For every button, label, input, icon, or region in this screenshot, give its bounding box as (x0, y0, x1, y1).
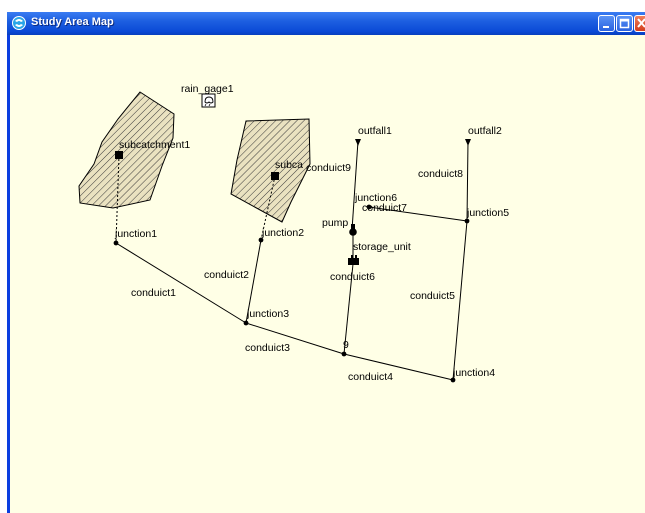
pump-icon[interactable] (349, 224, 357, 236)
conduit5-line[interactable] (452, 220, 468, 381)
rain-gage-icon[interactable] (201, 93, 216, 108)
junction1-node[interactable] (113, 240, 119, 246)
outfall1-icon[interactable] (355, 139, 361, 146)
conduit7-label: conduict7 (362, 202, 407, 214)
pump-label: pump (322, 217, 348, 229)
junction5-label: junction5 (466, 207, 509, 219)
outfall2-icon[interactable] (465, 139, 471, 146)
storage-unit-label: storage_unit (353, 241, 411, 253)
outfall2-label: outfall2 (468, 125, 502, 137)
conduit6-label: conduict6 (330, 271, 375, 283)
junction3-label: junction3 (246, 308, 289, 320)
rain-gage-label: rain_gage1 (181, 83, 234, 95)
conduit4-label: conduict4 (348, 371, 393, 383)
conduit3-label: conduict3 (245, 342, 290, 354)
junction4-label: junction4 (452, 367, 495, 379)
conduit8-label: conduict8 (418, 168, 463, 180)
junction1-label: junction1 (114, 228, 157, 240)
subcatchment2-label: subca (275, 159, 303, 171)
conduit1-label: conduict1 (131, 287, 176, 299)
junction5-node[interactable] (464, 218, 470, 224)
junction9-node[interactable] (341, 351, 347, 357)
conduit1-line[interactable] (115, 242, 247, 324)
junction9-label: 9 (343, 339, 349, 351)
map-canvas[interactable]: rain_gage1 subcatchment1 subca junction1… (0, 0, 645, 513)
subcatchment1-label: subcatchment1 (119, 139, 190, 151)
conduit2-label: conduict2 (204, 269, 249, 281)
conduit9-label: conduict9 (306, 162, 351, 174)
junction2-label: junction2 (261, 227, 304, 239)
outfall1-label: outfall1 (358, 125, 392, 137)
subcatchment2-marker[interactable] (271, 172, 279, 180)
conduit5-label: conduict5 (410, 290, 455, 302)
junction3-node[interactable] (243, 320, 249, 326)
subcatchment1-marker[interactable] (115, 151, 123, 159)
conduit9-line[interactable] (351, 140, 359, 231)
